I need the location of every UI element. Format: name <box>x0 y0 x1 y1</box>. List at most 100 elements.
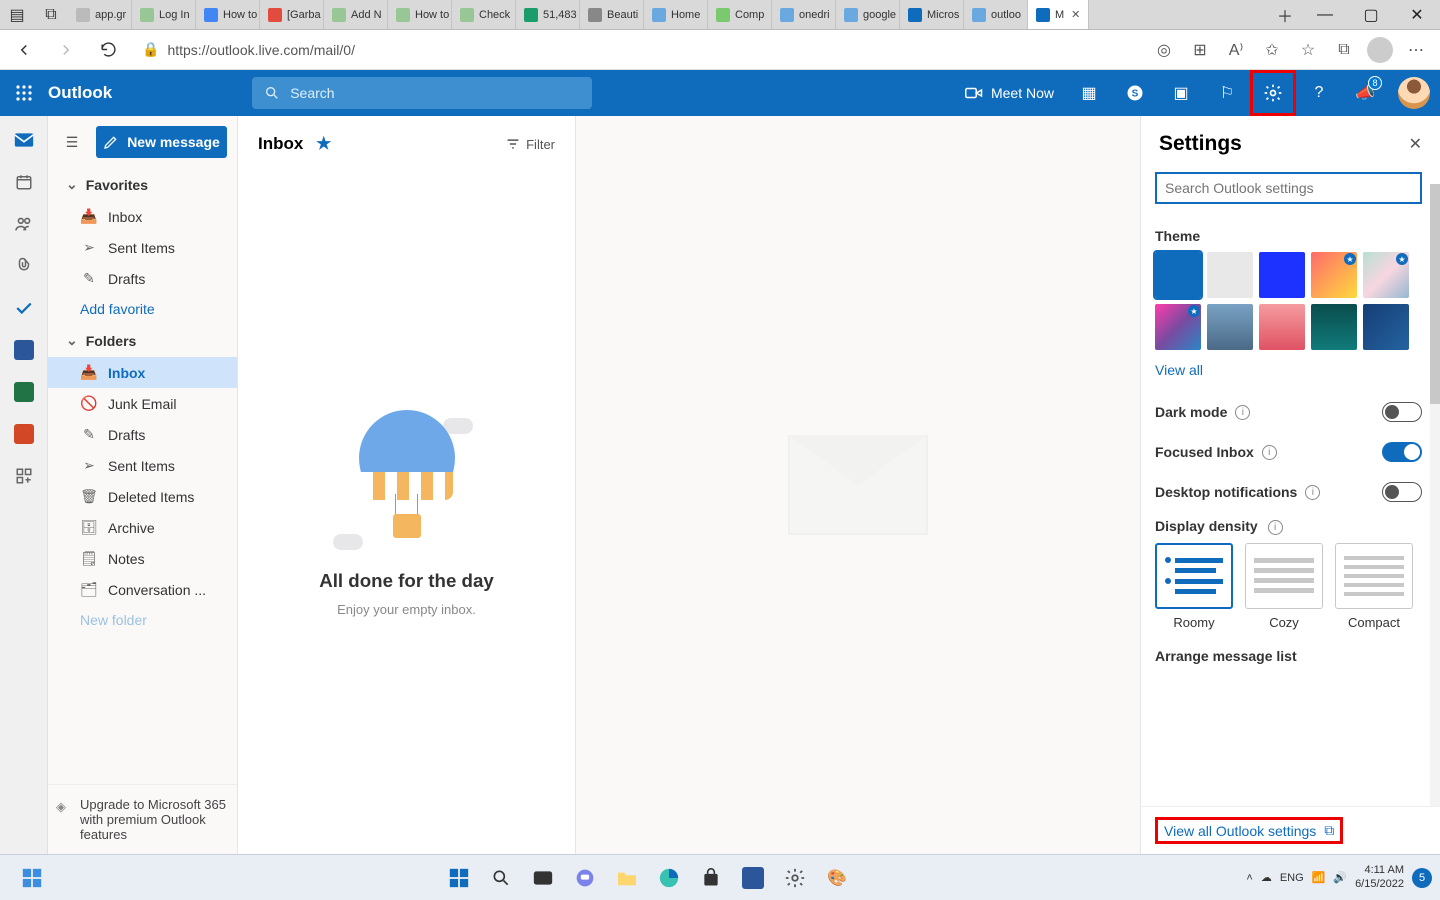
new-tab-button[interactable]: ＋ <box>1268 0 1302 29</box>
browser-tab[interactable]: M✕ <box>1028 0 1089 29</box>
brand-label[interactable]: Outlook <box>48 83 112 103</box>
settings-taskbar-icon[interactable] <box>777 860 813 896</box>
tab-actions-icon[interactable]: ▤ <box>0 0 34 29</box>
browser-tab[interactable]: google <box>836 0 900 29</box>
focused-inbox-toggle[interactable] <box>1382 442 1422 462</box>
back-button[interactable] <box>8 34 40 66</box>
help-icon[interactable]: ? <box>1296 70 1342 116</box>
rail-files-icon[interactable] <box>8 250 40 282</box>
dark-mode-toggle[interactable] <box>1382 402 1422 422</box>
theme-swatch[interactable] <box>1207 252 1253 298</box>
rail-powerpoint-icon[interactable] <box>8 418 40 450</box>
theme-swatch[interactable]: ★ <box>1311 252 1357 298</box>
settings-scrollbar[interactable] <box>1430 184 1440 824</box>
folder-item[interactable]: 🗒Notes <box>48 543 237 574</box>
user-avatar[interactable] <box>1398 77 1430 109</box>
extensions-icon[interactable]: ⊞ <box>1184 34 1216 66</box>
paint-icon[interactable]: 🎨 <box>819 860 855 896</box>
density-option[interactable]: Roomy <box>1155 543 1233 630</box>
info-icon[interactable]: i <box>1235 405 1250 420</box>
favorites-icon[interactable]: ☆ <box>1292 34 1324 66</box>
view-all-settings-link[interactable]: View all Outlook settings ⧉ <box>1164 822 1334 839</box>
clock[interactable]: 4:11 AM 6/15/2022 <box>1355 864 1404 890</box>
teams-icon[interactable]: ▦ <box>1066 70 1112 116</box>
browser-tab[interactable]: app.gr <box>68 0 132 29</box>
browser-tab[interactable]: Beauti <box>580 0 644 29</box>
browser-tab[interactable]: Micros <box>900 0 964 29</box>
folder-item[interactable]: 🗑Deleted Items <box>48 481 237 512</box>
browser-menu-icon[interactable]: ⋯ <box>1400 34 1432 66</box>
rail-more-apps-icon[interactable] <box>8 460 40 492</box>
onedrive-tray-icon[interactable]: ☁ <box>1261 871 1272 884</box>
browser-tab[interactable]: 51,483 <box>516 0 580 29</box>
whats-new-icon[interactable]: 📣 8 <box>1342 70 1388 116</box>
close-tab-icon[interactable]: ✕ <box>1071 8 1080 21</box>
rail-word-icon[interactable] <box>8 334 40 366</box>
rail-mail-icon[interactable] <box>8 124 40 156</box>
settings-search-input[interactable] <box>1155 172 1422 204</box>
folder-item[interactable]: ➢Sent Items <box>48 232 237 263</box>
browser-tab[interactable]: Check <box>452 0 516 29</box>
nav-toggle-icon[interactable]: ☰ <box>58 128 86 156</box>
add-favorite-icon[interactable]: ✩ <box>1256 34 1288 66</box>
theme-swatch[interactable] <box>1363 304 1409 350</box>
star-icon[interactable]: ★ <box>316 134 331 153</box>
rail-calendar-icon[interactable] <box>8 166 40 198</box>
browser-tab[interactable]: onedri <box>772 0 836 29</box>
maximize-button[interactable]: ▢ <box>1348 0 1394 29</box>
folder-item[interactable]: 🗄Archive <box>48 512 237 543</box>
info-icon[interactable]: i <box>1262 445 1277 460</box>
profile-avatar[interactable] <box>1364 34 1396 66</box>
folder-item[interactable]: ✎Drafts <box>48 263 237 294</box>
task-view-icon[interactable] <box>525 860 561 896</box>
add-favorite-link[interactable]: Add favorite <box>48 294 237 324</box>
collections-icon[interactable]: ⧉ <box>1328 34 1360 66</box>
theme-swatch[interactable] <box>1259 252 1305 298</box>
edge-icon[interactable] <box>651 860 687 896</box>
chat-icon[interactable] <box>567 860 603 896</box>
density-option[interactable]: Cozy <box>1245 543 1323 630</box>
density-option[interactable]: Compact <box>1335 543 1413 630</box>
rail-people-icon[interactable] <box>8 208 40 240</box>
folder-item[interactable]: 🚫Junk Email <box>48 388 237 419</box>
browser-tab[interactable]: How to <box>196 0 260 29</box>
settings-icon[interactable] <box>1250 70 1296 116</box>
theme-swatch[interactable]: ★ <box>1363 252 1409 298</box>
browser-tab[interactable]: Add N <box>324 0 388 29</box>
folder-item[interactable]: 📥Inbox <box>48 357 237 388</box>
new-message-button[interactable]: New message <box>96 126 227 158</box>
close-window-button[interactable]: ✕ <box>1394 0 1440 29</box>
folder-item[interactable]: ➢Sent Items <box>48 450 237 481</box>
browser-tab[interactable]: outloo <box>964 0 1028 29</box>
wifi-icon[interactable]: 📶 <box>1312 871 1326 884</box>
upgrade-banner[interactable]: ◈ Upgrade to Microsoft 365 with premium … <box>48 784 237 854</box>
tab-group-icon[interactable]: ⧉ <box>34 0 68 29</box>
read-aloud-icon[interactable]: A⁾ <box>1220 34 1252 66</box>
tips-icon[interactable]: ⚐ <box>1204 70 1250 116</box>
forward-button[interactable] <box>50 34 82 66</box>
word-taskbar-icon[interactable] <box>735 860 771 896</box>
theme-swatch[interactable] <box>1155 252 1201 298</box>
start-icon[interactable] <box>441 860 477 896</box>
rail-excel-icon[interactable] <box>8 376 40 408</box>
filter-button[interactable]: Filter <box>506 137 555 152</box>
desktop-notifications-toggle[interactable] <box>1382 482 1422 502</box>
folder-item[interactable]: ✎Drafts <box>48 419 237 450</box>
search-input[interactable]: Search <box>252 77 592 109</box>
file-explorer-icon[interactable] <box>609 860 645 896</box>
favorites-section[interactable]: ⌄ Favorites <box>48 168 237 201</box>
close-settings-icon[interactable]: ✕ <box>1409 134 1422 154</box>
refresh-button[interactable] <box>92 34 124 66</box>
rail-todo-icon[interactable] <box>8 292 40 324</box>
minimize-button[interactable]: — <box>1302 0 1348 29</box>
folder-item[interactable]: 📥Inbox <box>48 201 237 232</box>
browser-tab[interactable]: Comp <box>708 0 772 29</box>
browser-tab[interactable]: Home <box>644 0 708 29</box>
address-field[interactable]: 🔒 https://outlook.live.com/mail/0/ <box>134 41 1138 58</box>
folder-item[interactable]: 🗂Conversation ... <box>48 574 237 605</box>
language-indicator[interactable]: ENG <box>1280 872 1304 884</box>
new-folder-link[interactable]: New folder <box>48 605 237 635</box>
theme-swatch[interactable] <box>1311 304 1357 350</box>
info-icon[interactable]: i <box>1268 520 1283 535</box>
browser-tab[interactable]: Log In <box>132 0 196 29</box>
